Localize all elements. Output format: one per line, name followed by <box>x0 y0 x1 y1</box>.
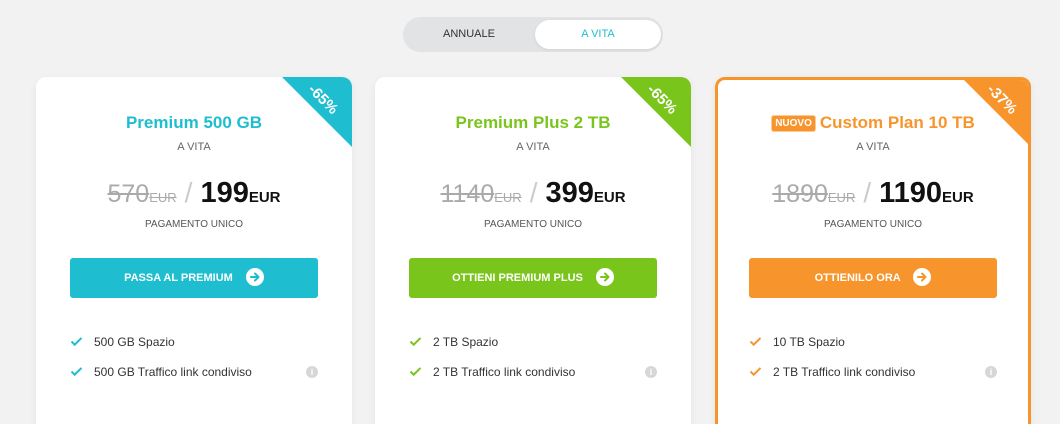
new-price-currency: EUR <box>593 189 626 206</box>
old-price: 570 <box>107 180 150 208</box>
plan-title: Premium 500 GB <box>125 113 263 132</box>
plan-subtitle: A VITA <box>856 141 890 153</box>
price-block: 570EUR/199EUR <box>36 177 352 210</box>
new-price: 1190 <box>879 177 943 209</box>
feature-text: 2 TB Spazio <box>433 335 499 349</box>
new-price: 199 <box>200 177 249 209</box>
price-block: 1140EUR/399EUR <box>375 177 691 210</box>
plan-title: Premium Plus 2 TB <box>455 113 611 132</box>
check-icon <box>409 337 422 347</box>
old-price-currency: EUR <box>494 190 522 205</box>
feature-text: 500 GB Spazio <box>94 335 175 349</box>
feature-item: 2 TB Traffico link condiviso i <box>749 364 997 394</box>
plan-subtitle: A VITA <box>516 141 550 153</box>
plan-title-row: NUOVO Custom Plan 10 TB <box>718 113 1028 133</box>
plan-subtitle: A VITA <box>177 141 211 153</box>
old-price-currency: EUR <box>149 190 177 205</box>
old-price: 1140 <box>440 180 495 208</box>
plan-card-premium-plus-2tb: -65% Premium Plus 2 TB A VITA 1140EUR/39… <box>375 77 691 424</box>
get-premium-plus-button[interactable]: OTTIENI PREMIUM PLUS <box>409 258 657 298</box>
feature-item: 10 TB Spazio <box>749 334 997 364</box>
upgrade-premium-button[interactable]: PASSA AL PREMIUM <box>70 258 318 298</box>
get-it-now-button[interactable]: OTTIENILO ORA <box>749 258 997 298</box>
new-price-currency: EUR <box>248 189 281 206</box>
toggle-lifetime[interactable]: A VITA <box>535 20 661 49</box>
payment-note: PAGAMENTO UNICO <box>484 219 582 230</box>
feature-text: 2 TB Traffico link condiviso <box>433 365 576 379</box>
feature-text: 2 TB Traffico link condiviso <box>773 365 916 379</box>
price-separator: / <box>529 177 538 208</box>
check-icon <box>749 337 762 347</box>
plan-title: Custom Plan 10 TB <box>819 113 975 132</box>
feature-list: 500 GB Spazio 500 GB Traffico link condi… <box>70 334 318 394</box>
price-block: 1890EUR/1190EUR <box>718 177 1028 210</box>
arrow-right-icon <box>245 268 264 286</box>
feature-item: 500 GB Spazio <box>70 334 318 364</box>
plan-card-custom-10tb: -37% NUOVO Custom Plan 10 TB A VITA 1890E… <box>715 77 1031 424</box>
toggle-annual[interactable]: ANNUALE <box>406 20 532 49</box>
arrow-right-icon <box>913 268 932 286</box>
new-price-currency: EUR <box>942 189 974 206</box>
feature-list: 10 TB Spazio 2 TB Traffico link condivis… <box>749 334 997 394</box>
feature-item: 2 TB Spazio <box>409 334 657 364</box>
price-separator: / <box>184 177 193 208</box>
check-icon <box>70 337 83 347</box>
feature-text: 500 GB Traffico link condiviso <box>94 365 252 379</box>
payment-note: PAGAMENTO UNICO <box>824 219 922 230</box>
new-price: 399 <box>545 177 594 209</box>
feature-text: 10 TB Spazio <box>773 335 845 349</box>
feature-item: 2 TB Traffico link condiviso i <box>409 364 657 394</box>
check-icon <box>409 367 422 377</box>
info-icon[interactable]: i <box>645 366 657 378</box>
info-icon[interactable]: i <box>306 366 318 378</box>
arrow-right-icon <box>595 268 614 286</box>
info-icon[interactable]: i <box>985 366 997 378</box>
feature-item: 500 GB Traffico link condiviso i <box>70 364 318 394</box>
cta-label: OTTIENILO ORA <box>814 272 901 284</box>
plan-card-premium-500: -65% Premium 500 GB A VITA 570EUR/199EUR… <box>36 77 352 424</box>
cta-label: PASSA AL PREMIUM <box>124 272 233 284</box>
check-icon <box>70 367 83 377</box>
cta-label: OTTIENI PREMIUM PLUS <box>452 272 583 284</box>
billing-toggle: ANNUALE A VITA <box>403 17 663 52</box>
feature-list: 2 TB Spazio 2 TB Traffico link condiviso… <box>409 334 657 394</box>
new-badge: NUOVO <box>771 115 816 132</box>
check-icon <box>749 367 762 377</box>
old-price-currency: EUR <box>827 190 856 205</box>
price-separator: / <box>863 177 872 208</box>
old-price: 1890 <box>772 180 828 208</box>
payment-note: PAGAMENTO UNICO <box>145 219 243 230</box>
